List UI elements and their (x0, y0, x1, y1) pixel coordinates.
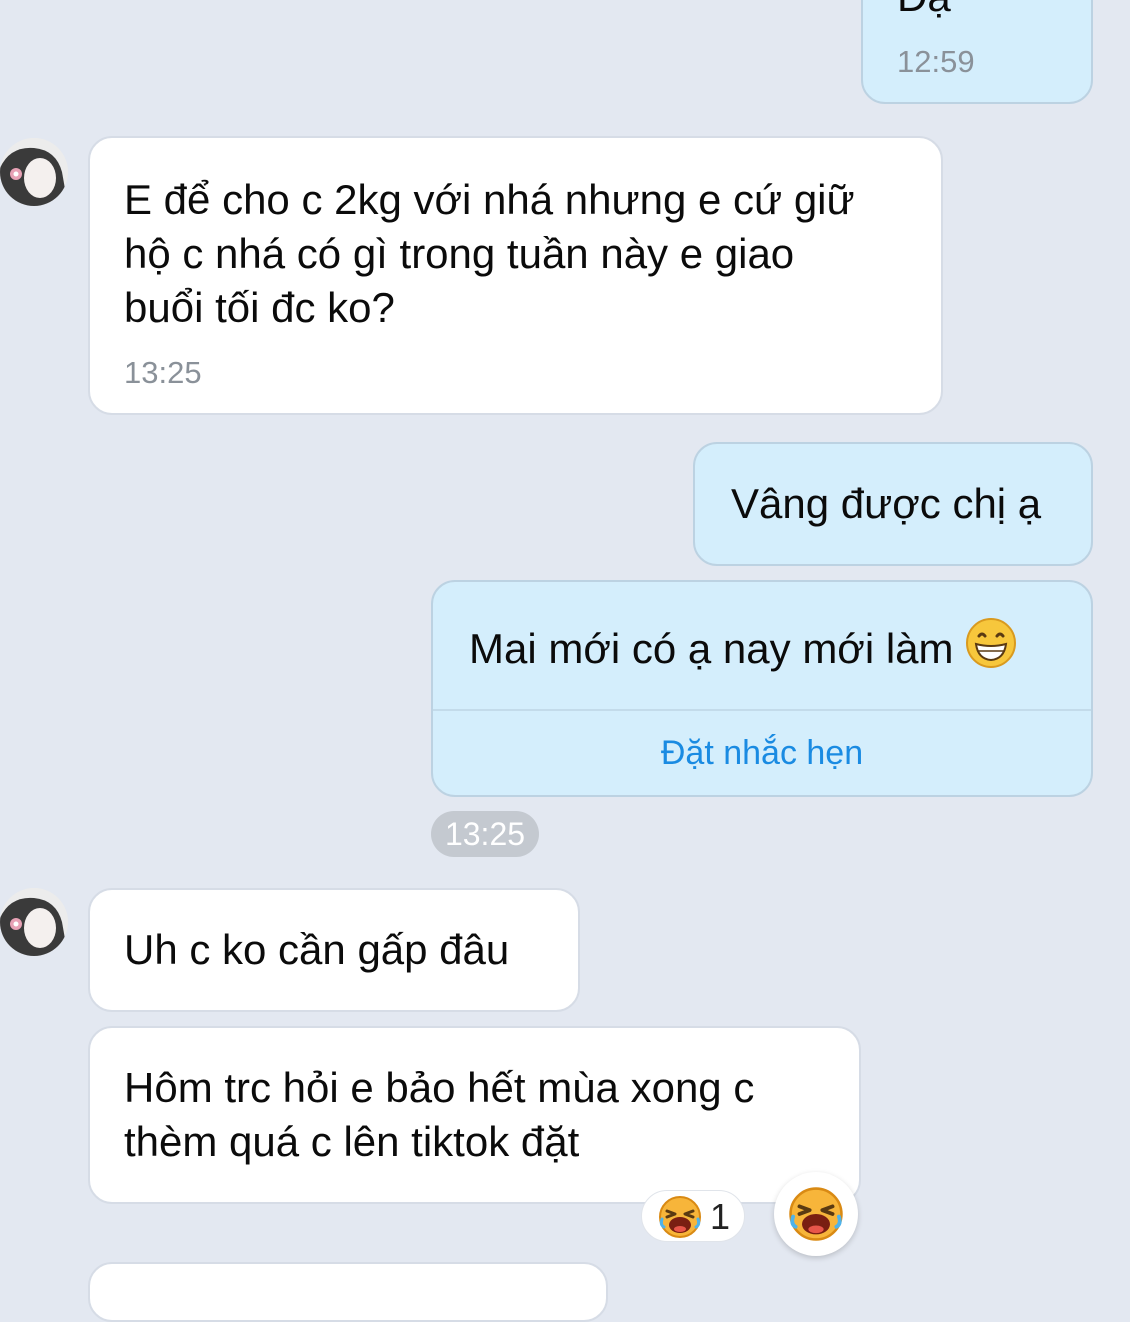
message-bubble-incoming[interactable]: E để cho c 2kg với nhá nhưng e cứ giữ hộ… (88, 136, 943, 415)
message-bubble-outgoing[interactable]: Dạ 12:59 (861, 0, 1093, 104)
message-divider (433, 709, 1091, 711)
message-bubble-incoming[interactable] (88, 1262, 608, 1322)
message-text: thèm quá c lên tiktok đặt (124, 1118, 580, 1165)
message-text: hộ c nhá có gì trong tuần này e giao (124, 230, 795, 277)
reaction-count: 1 (710, 1196, 731, 1237)
message-timestamp: 13:25 (124, 355, 202, 390)
add-reaction-button[interactable] (774, 1172, 858, 1256)
message-text: Mai mới có ạ nay mới làm (469, 617, 1017, 682)
set-reminder-link[interactable]: Đặt nhắc hẹn (433, 733, 1091, 773)
message-text: E để cho c 2kg với nhá nhưng e cứ giữ (124, 176, 855, 223)
reaction-count-badge[interactable]: 1 (641, 1190, 745, 1242)
message-text: Uh c ko cần gấp đâu (124, 926, 510, 973)
message-bubble-incoming[interactable]: Hôm trc hỏi e bảo hết mùa xong c thèm qu… (88, 1026, 861, 1204)
message-text: Hôm trc hỏi e bảo hết mùa xong c (124, 1064, 755, 1111)
message-text-content: Mai mới có ạ nay mới làm (469, 625, 954, 672)
message-bubble-outgoing[interactable]: Mai mới có ạ nay mới làm Đặt nhắc hẹn (431, 580, 1093, 797)
laughing-face-icon (788, 1186, 844, 1247)
grinning-face-icon (965, 617, 1017, 682)
message-text: Vâng được chị ạ (731, 480, 1042, 527)
laughing-face-icon (658, 1195, 702, 1244)
message-timestamp: 12:59 (897, 44, 975, 79)
message-bubble-incoming[interactable]: Uh c ko cần gấp đâu (88, 888, 580, 1012)
message-text: buổi tối đc ko? (124, 284, 395, 331)
user-avatar[interactable] (0, 888, 68, 956)
user-avatar[interactable] (0, 138, 68, 206)
message-bubble-outgoing[interactable]: Vâng được chị ạ (693, 442, 1093, 566)
message-text: Dạ (897, 0, 951, 24)
time-separator: 13:25 (431, 811, 539, 857)
